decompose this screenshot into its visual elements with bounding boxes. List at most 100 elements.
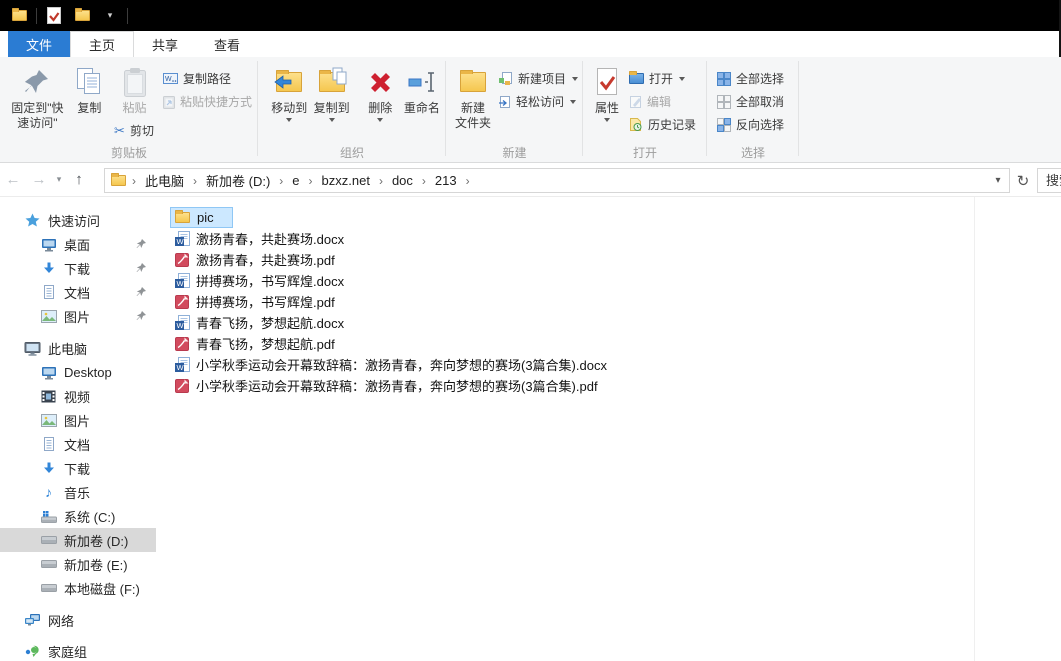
sidebar-item-drive-e[interactable]: 新加卷 (E:) <box>0 552 156 576</box>
pdf-file-icon <box>173 295 190 309</box>
rename-button[interactable]: 重命名 <box>400 61 444 146</box>
open-button[interactable]: 打开 <box>625 67 700 90</box>
sidebar-item-drive-d[interactable]: 新加卷 (D:) <box>0 528 156 552</box>
breadcrumb-separator: › <box>191 174 199 188</box>
sidebar-item-pictures[interactable]: 图片 <box>0 408 156 432</box>
group-label-open: 打开 <box>583 144 707 161</box>
sidebar-item-desktop-qa[interactable]: 桌面 <box>0 232 156 256</box>
file-list: pic W 激扬青春，共赴赛场.docx 激扬青春，共赴赛场.pdf W 拼搏赛… <box>170 207 610 396</box>
qat-new-folder-button[interactable] <box>71 4 93 28</box>
word-file-icon: W <box>173 231 190 247</box>
history-icon <box>629 117 643 132</box>
edit-button[interactable]: 编辑 <box>625 90 700 113</box>
copy-path-button[interactable]: W 复制路径 <box>159 67 256 90</box>
back-button[interactable]: ← <box>0 171 26 188</box>
easy-access-button[interactable]: 轻松访问 <box>494 90 582 113</box>
file-row[interactable]: W 激扬青春，共赴赛场.docx <box>170 228 347 249</box>
sidebar-item-documents-qa[interactable]: 文档 <box>0 280 156 304</box>
system-drive-icon <box>40 510 57 523</box>
breadcrumb-213[interactable]: 213 <box>428 173 464 188</box>
address-bar[interactable]: › 此电脑 › 新加卷 (D:) › e › bzxz.net › doc › … <box>104 168 1010 193</box>
file-row[interactable]: W 拼搏赛场，书写辉煌.docx <box>170 270 347 291</box>
sidebar-item-this-pc[interactable]: 此电脑 <box>0 336 156 360</box>
breadcrumb-e[interactable]: e <box>285 173 306 188</box>
document-icon <box>40 285 57 300</box>
new-folder-button[interactable]: 新建 文件夹 <box>452 61 494 146</box>
recent-locations-chevron[interactable]: ▾ <box>52 174 66 185</box>
svg-text:W: W <box>176 237 184 246</box>
select-all-button[interactable]: 全部选择 <box>713 67 788 90</box>
sidebar-item-network[interactable]: 网络 <box>0 608 156 632</box>
dropdown-caret <box>377 118 383 122</box>
music-note-icon: ♪ <box>40 484 57 500</box>
delete-button[interactable]: 删除 <box>361 61 400 146</box>
sidebar-item-downloads[interactable]: 下载 <box>0 456 156 480</box>
new-item-button[interactable]: 新建项目 <box>494 67 582 90</box>
breadcrumb-bzxz[interactable]: bzxz.net <box>315 173 377 188</box>
address-dropdown-chevron[interactable]: ▾ <box>987 175 1009 186</box>
history-button[interactable]: 历史记录 <box>625 113 700 136</box>
search-input[interactable] <box>1038 169 1061 192</box>
sidebar-item-homegroup[interactable]: 家庭组 <box>0 639 156 661</box>
qat-customize-button[interactable]: ▾ <box>99 4 121 28</box>
select-none-button[interactable]: 全部取消 <box>713 90 788 113</box>
sidebar-item-downloads-qa[interactable]: 下载 <box>0 256 156 280</box>
breadcrumb-separator: › <box>420 174 428 188</box>
sidebar-item-drive-c[interactable]: 系统 (C:) <box>0 504 156 528</box>
sidebar-item-pictures-qa[interactable]: 图片 <box>0 304 156 328</box>
refresh-button[interactable]: ↻ <box>1012 168 1034 193</box>
file-row[interactable]: 青春飞扬，梦想起航.pdf <box>170 333 338 354</box>
new-folder-icon <box>460 63 486 101</box>
scissors-icon: ✂ <box>114 123 125 139</box>
sidebar-item-videos[interactable]: 视频 <box>0 384 156 408</box>
file-row[interactable]: 激扬青春，共赴赛场.pdf <box>170 249 338 270</box>
file-row[interactable]: 拼搏赛场，书写辉煌.pdf <box>170 291 338 312</box>
picture-icon <box>40 414 57 427</box>
title-bar: ▾ <box>0 0 1061 31</box>
file-row-folder-pic[interactable]: pic <box>170 207 233 228</box>
file-row[interactable]: 小学秋季运动会开幕致辞稿：激扬青春，奔向梦想的赛场(3篇合集).pdf <box>170 375 601 396</box>
paste-shortcut-button[interactable]: 粘贴快捷方式 <box>159 90 256 113</box>
up-button[interactable]: ↑ <box>66 171 92 188</box>
tab-view[interactable]: 查看 <box>196 31 258 57</box>
navigation-bar: ← → ▾ ↑ › 此电脑 › 新加卷 (D:) › e › bzxz.net … <box>0 163 1061 197</box>
edit-icon <box>629 95 642 109</box>
breadcrumb-separator: › <box>464 174 472 188</box>
tab-file[interactable]: 文件 <box>8 31 70 57</box>
download-icon <box>40 462 57 475</box>
pin-to-quick-access-button[interactable]: 固定到"快 速访问" <box>6 61 69 146</box>
copy-to-button[interactable]: 复制到 <box>310 61 352 146</box>
move-to-button[interactable]: 移动到 <box>268 61 310 146</box>
file-row[interactable]: W 青春飞扬，梦想起航.docx <box>170 312 347 333</box>
download-icon <box>40 262 57 275</box>
cut-button[interactable]: ✂ 剪切 <box>110 119 159 142</box>
tab-share[interactable]: 共享 <box>134 31 196 57</box>
new-item-icon <box>498 72 513 86</box>
easy-access-icon <box>498 95 511 109</box>
group-label-new: 新建 <box>446 144 583 161</box>
breadcrumb-this-pc[interactable]: 此电脑 <box>138 171 191 190</box>
drive-icon <box>40 584 57 592</box>
forward-button[interactable]: → <box>26 171 52 188</box>
invert-selection-button[interactable]: 反向选择 <box>713 113 788 136</box>
qat-folder-button[interactable] <box>8 4 30 28</box>
tab-home[interactable]: 主页 <box>70 31 134 57</box>
pin-icon <box>136 237 146 252</box>
breadcrumb-drive-d[interactable]: 新加卷 (D:) <box>199 171 277 190</box>
sidebar-item-drive-f[interactable]: 本地磁盘 (F:) <box>0 576 156 600</box>
breadcrumb-doc[interactable]: doc <box>385 173 420 188</box>
homegroup-icon <box>24 644 41 658</box>
sidebar-item-documents[interactable]: 文档 <box>0 432 156 456</box>
breadcrumb-separator: › <box>277 174 285 188</box>
paste-button[interactable]: 粘贴 <box>110 61 159 118</box>
sidebar-item-desktop[interactable]: Desktop <box>0 360 156 384</box>
search-box[interactable] <box>1037 168 1061 193</box>
sidebar-item-music[interactable]: ♪ 音乐 <box>0 480 156 504</box>
folder-icon <box>75 10 90 21</box>
copy-button[interactable]: 复制 <box>69 61 110 146</box>
qat-properties-button[interactable] <box>43 4 65 28</box>
sidebar-item-quick-access[interactable]: 快速访问 <box>0 208 156 232</box>
invert-selection-icon <box>717 118 731 132</box>
properties-button[interactable]: 属性 <box>589 61 625 146</box>
file-row[interactable]: W 小学秋季运动会开幕致辞稿：激扬青春，奔向梦想的赛场(3篇合集).docx <box>170 354 610 375</box>
